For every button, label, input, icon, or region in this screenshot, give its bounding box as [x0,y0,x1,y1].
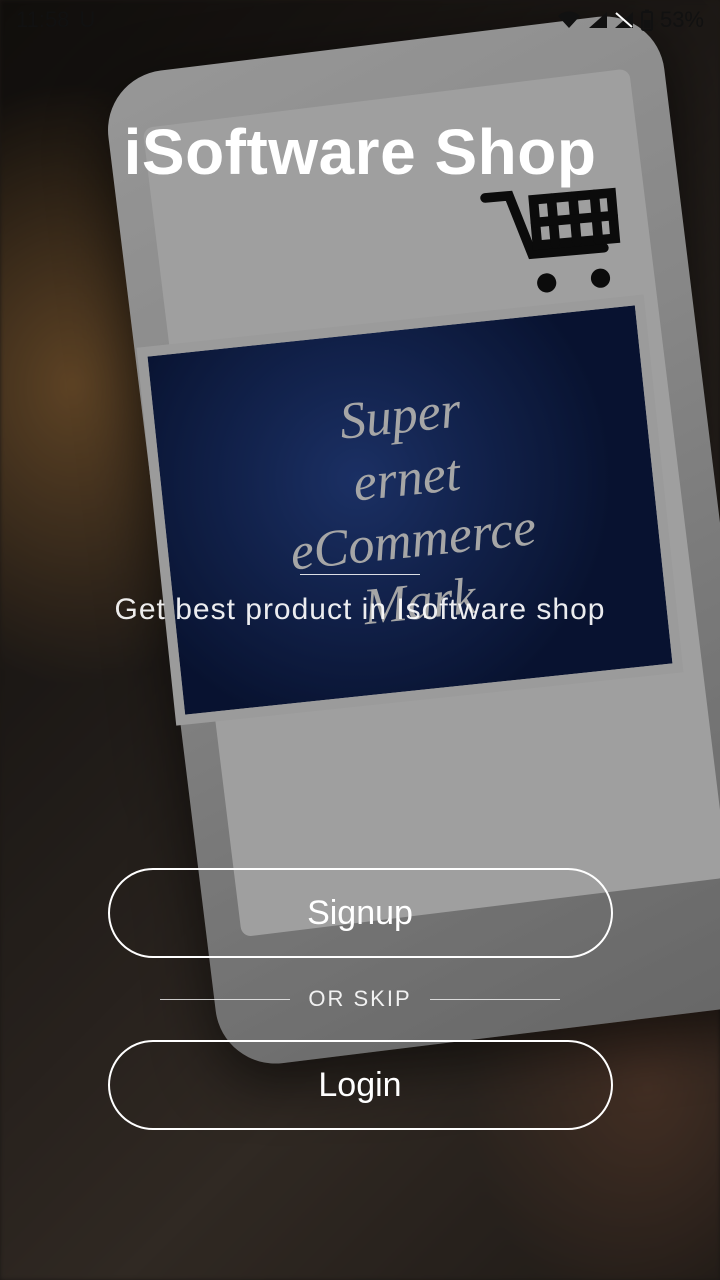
login-button[interactable]: Login [108,1040,613,1130]
divider-line [430,999,560,1000]
battery-icon [640,9,654,31]
signup-button[interactable]: Signup [108,868,613,958]
or-skip-label[interactable]: OR SKIP [308,986,411,1012]
tagline: Get best product in Isoftware shop [115,593,606,627]
or-skip-row: OR SKIP [160,986,559,1012]
signal-no-sim-icon [614,11,634,29]
signup-button-label: Signup [307,894,413,933]
status-bar: 11:58 U 53% [0,0,720,40]
login-button-label: Login [318,1066,401,1105]
title-divider [300,574,420,575]
status-indicator: U [79,7,95,33]
app-title: iSoftware Shop [124,115,597,189]
divider-line [160,999,290,1000]
battery-percent: 53% [660,7,704,33]
signal-icon [588,11,608,29]
wifi-icon [556,10,582,30]
status-time: 11:58 [16,7,69,33]
